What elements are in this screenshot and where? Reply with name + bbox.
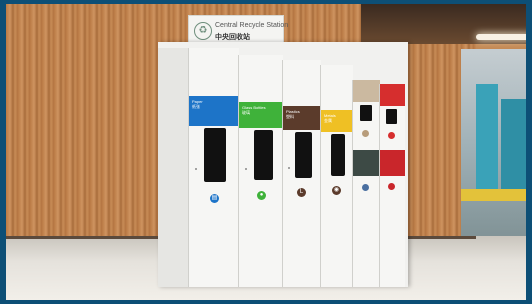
can-icon: ◉ <box>332 186 341 195</box>
bin-color-band <box>353 150 380 176</box>
bin-color-band <box>380 150 405 176</box>
bin-label-cn: 纸张 <box>192 104 200 109</box>
sign-subtitle: 中央回收站 <box>215 34 250 41</box>
paper-icon: ▤ <box>210 194 219 203</box>
bin-paper[interactable]: Paper 纸张 ▤ <box>188 48 239 287</box>
deposit-slot[interactable] <box>331 134 345 176</box>
small-bin-icon <box>388 183 395 190</box>
bin-color-band <box>380 84 405 106</box>
small-bin-icon <box>362 130 369 137</box>
bin-label-cn: 金属 <box>324 118 332 123</box>
corridor-panel <box>501 99 526 189</box>
plastic-icon: L <box>297 188 306 197</box>
deposit-slot[interactable] <box>386 109 397 124</box>
bin-label-cn: 玻璃 <box>242 110 250 115</box>
deposit-slot[interactable] <box>254 130 273 180</box>
bottle-icon: ● <box>257 191 266 200</box>
deposit-slot[interactable] <box>360 105 372 121</box>
bin-small-column-1[interactable] <box>352 80 380 287</box>
bin-color-band: Glass Bottles 玻璃 <box>239 102 283 128</box>
recycle-icon: ♻ <box>194 22 212 40</box>
bin-color-band: Plastics 塑料 <box>283 106 321 130</box>
bin-color-band: Paper 纸张 <box>189 96 239 126</box>
bin-small-column-2[interactable] <box>379 84 405 287</box>
cabinet-side <box>158 48 188 287</box>
deposit-slot[interactable] <box>204 128 226 182</box>
small-bin-icon <box>362 184 369 191</box>
bin-plastics[interactable]: Plastics 塑料 L <box>282 60 321 287</box>
indicator-dot <box>288 167 290 169</box>
corridor-panel <box>476 84 498 194</box>
bin-metals[interactable]: Metals 金属 ◉ <box>320 65 353 287</box>
bin-label-cn: 塑料 <box>286 114 294 119</box>
bin-glass[interactable]: Glass Bottles 玻璃 ● <box>238 55 283 287</box>
small-bin-icon <box>388 132 395 139</box>
bin-color-band: Metals 金属 <box>321 110 353 132</box>
bin-color-band <box>353 80 380 102</box>
indicator-dot <box>195 168 197 170</box>
indicator-dot <box>245 168 247 170</box>
ceiling-light <box>476 34 526 40</box>
deposit-slot[interactable] <box>295 132 312 178</box>
corridor-floor-marking <box>461 189 526 201</box>
sign-title: Central Recycle Station <box>215 22 289 29</box>
